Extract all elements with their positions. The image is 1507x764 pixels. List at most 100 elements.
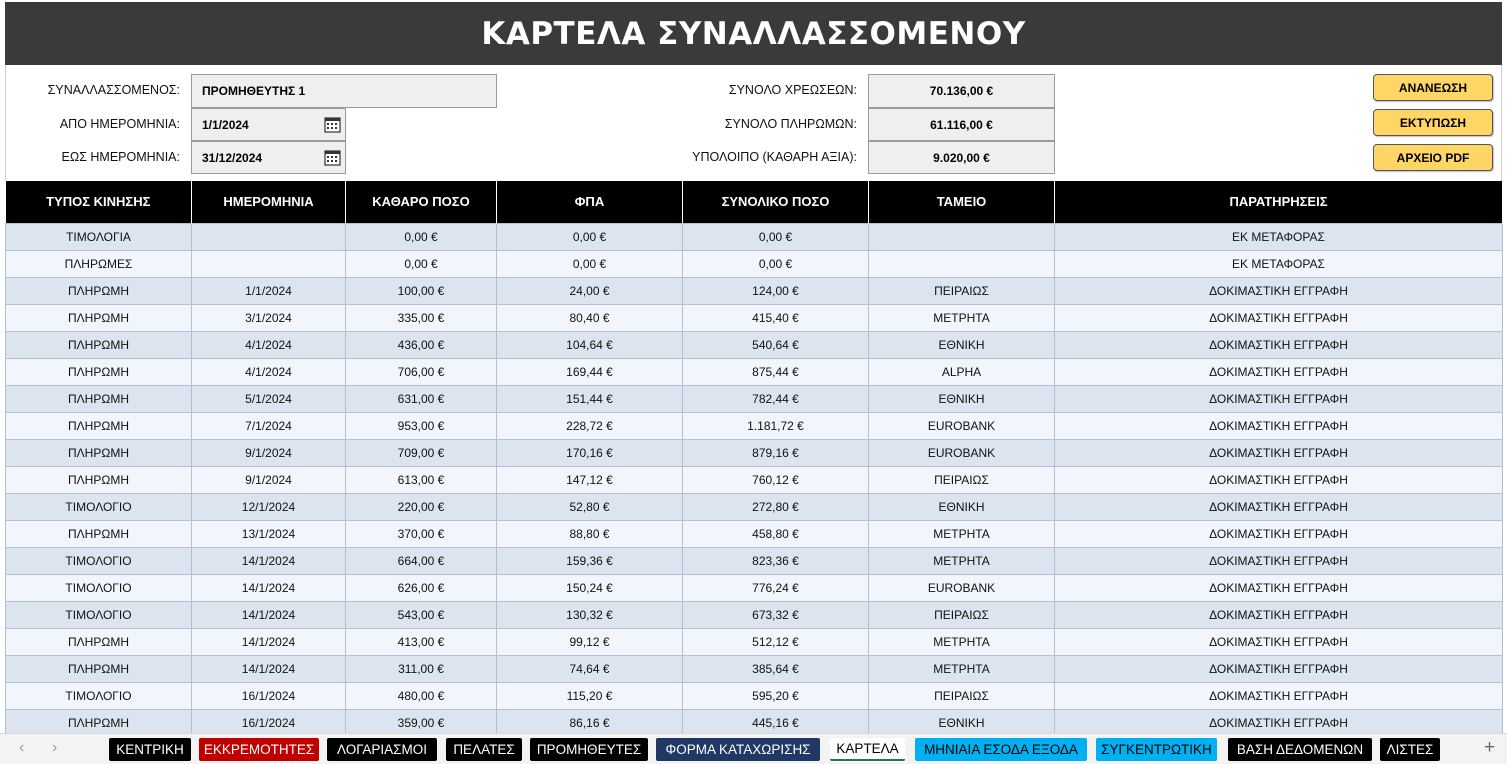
table-cell[interactable]: 875,44 € <box>682 357 869 386</box>
table-cell[interactable]: ΤΙΜΟΛΟΓΙΟ <box>5 681 192 710</box>
table-cell[interactable]: 14/1/2024 <box>191 600 346 629</box>
table-cell[interactable]: 760,12 € <box>682 465 869 494</box>
table-cell[interactable]: ΔΟΚΙΜΑΣΤΙΚΗ ΕΓΓΡΑΦΗ <box>1054 384 1503 413</box>
table-cell[interactable]: ΕΚ ΜΕΤΑΦΟΡΑΣ <box>1054 222 1503 251</box>
table-cell[interactable]: ΤΙΜΟΛΟΓΙΟ <box>5 600 192 629</box>
table-cell[interactable]: ΠΛΗΡΩΜΗ <box>5 438 192 467</box>
party-field[interactable]: ΠΡΟΜΗΘΕΥΤΗΣ 1 <box>191 74 497 108</box>
sheet-tab[interactable]: ΛΟΓΑΡΙΑΣΜΟΙ <box>327 738 437 761</box>
table-cell[interactable]: ΔΟΚΙΜΑΣΤΙΚΗ ΕΓΓΡΑΦΗ <box>1054 600 1503 629</box>
table-cell[interactable]: 776,24 € <box>682 573 869 602</box>
sheet-tab[interactable]: ΣΥΓΚΕΝΤΡΩΤΙΚΗ <box>1096 738 1217 761</box>
table-cell[interactable]: 14/1/2024 <box>191 627 346 656</box>
table-cell[interactable]: ΠΛΗΡΩΜΗ <box>5 519 192 548</box>
table-cell[interactable]: ΕΘΝΙΚΗ <box>868 384 1055 413</box>
pdf-button[interactable]: ΑΡΧΕΙΟ PDF <box>1373 144 1493 171</box>
table-cell[interactable]: 631,00 € <box>345 384 497 413</box>
table-cell[interactable]: ΠΛΗΡΩΜΗ <box>5 384 192 413</box>
table-cell[interactable]: ΜΕΤΡΗΤΑ <box>868 546 1055 575</box>
plus-icon[interactable]: + <box>1484 737 1495 759</box>
sheet-tab[interactable]: ΠΡΟΜΗΘΕΥΤΕΣ <box>530 738 648 761</box>
table-cell[interactable]: EUROBANK <box>868 411 1055 440</box>
table-cell[interactable]: ΠΕΙΡΑΙΩΣ <box>868 276 1055 305</box>
table-cell[interactable]: 782,44 € <box>682 384 869 413</box>
table-cell[interactable]: 169,44 € <box>496 357 683 386</box>
table-cell[interactable]: ΔΟΚΙΜΑΣΤΙΚΗ ΕΓΓΡΑΦΗ <box>1054 519 1503 548</box>
column-header[interactable]: ΤΑΜΕΙΟ <box>868 181 1055 223</box>
table-cell[interactable]: ΠΛΗΡΩΜΕΣ <box>5 249 192 278</box>
table-cell[interactable]: ΔΟΚΙΜΑΣΤΙΚΗ ΕΓΓΡΑΦΗ <box>1054 303 1503 332</box>
column-header[interactable]: ΣΥΝΟΛΙΚΟ ΠΟΣΟ <box>682 181 869 223</box>
table-cell[interactable]: ΠΛΗΡΩΜΗ <box>5 708 192 737</box>
table-cell[interactable]: 595,20 € <box>682 681 869 710</box>
table-cell[interactable]: 1.181,72 € <box>682 411 869 440</box>
table-cell[interactable]: ΠΛΗΡΩΜΗ <box>5 627 192 656</box>
table-cell[interactable]: 170,16 € <box>496 438 683 467</box>
table-cell[interactable]: 150,24 € <box>496 573 683 602</box>
table-cell[interactable]: 24,00 € <box>496 276 683 305</box>
table-cell[interactable]: ΕΚ ΜΕΤΑΦΟΡΑΣ <box>1054 249 1503 278</box>
sheet-tab[interactable]: ΜΗΝΙΑΙΑ ΕΣΟΔΑ ΕΞΟΔΑ <box>915 738 1087 761</box>
table-cell[interactable]: 512,12 € <box>682 627 869 656</box>
table-cell[interactable]: ΔΟΚΙΜΑΣΤΙΚΗ ΕΓΓΡΑΦΗ <box>1054 681 1503 710</box>
table-cell[interactable]: 436,00 € <box>345 330 497 359</box>
table-cell[interactable]: ΔΟΚΙΜΑΣΤΙΚΗ ΕΓΓΡΑΦΗ <box>1054 546 1503 575</box>
table-cell[interactable]: 4/1/2024 <box>191 357 346 386</box>
column-header[interactable]: ΤΥΠΟΣ ΚΙΝΗΣΗΣ <box>5 181 192 223</box>
column-header[interactable]: ΠΑΡΑΤΗΡΗΣΕΙΣ <box>1054 181 1503 223</box>
table-cell[interactable]: ΠΛΗΡΩΜΗ <box>5 411 192 440</box>
table-cell[interactable]: 80,40 € <box>496 303 683 332</box>
table-cell[interactable]: 0,00 € <box>682 249 869 278</box>
table-cell[interactable]: ΜΕΤΡΗΤΑ <box>868 627 1055 656</box>
table-cell[interactable]: 0,00 € <box>496 249 683 278</box>
table-cell[interactable]: 4/1/2024 <box>191 330 346 359</box>
table-cell[interactable]: 159,36 € <box>496 546 683 575</box>
table-cell[interactable]: ΤΙΜΟΛΟΓΙΟ <box>5 546 192 575</box>
table-cell[interactable]: 100,00 € <box>345 276 497 305</box>
table-cell[interactable]: ΜΕΤΡΗΤΑ <box>868 303 1055 332</box>
table-cell[interactable]: 1/1/2024 <box>191 276 346 305</box>
table-cell[interactable]: 613,00 € <box>345 465 497 494</box>
table-cell[interactable]: 311,00 € <box>345 654 497 683</box>
column-header[interactable]: ΦΠΑ <box>496 181 683 223</box>
table-cell[interactable]: 9/1/2024 <box>191 465 346 494</box>
table-cell[interactable]: 99,12 € <box>496 627 683 656</box>
table-cell[interactable]: ΤΙΜΟΛΟΓΙΑ <box>5 222 192 251</box>
table-cell[interactable]: 88,80 € <box>496 519 683 548</box>
table-cell[interactable]: 151,44 € <box>496 384 683 413</box>
table-cell[interactable]: ΠΛΗΡΩΜΗ <box>5 357 192 386</box>
table-cell[interactable]: ΔΟΚΙΜΑΣΤΙΚΗ ΕΓΓΡΑΦΗ <box>1054 654 1503 683</box>
table-cell[interactable]: ΔΟΚΙΜΑΣΤΙΚΗ ΕΓΓΡΑΦΗ <box>1054 357 1503 386</box>
table-cell[interactable]: 74,64 € <box>496 654 683 683</box>
table-cell[interactable]: 7/1/2024 <box>191 411 346 440</box>
sheet-tab[interactable]: ΚΑΡΤΕΛΑ <box>830 738 905 761</box>
table-cell[interactable]: 879,16 € <box>682 438 869 467</box>
sheet-tab[interactable]: ΦΟΡΜΑ ΚΑΤΑΧΩΡΙΣΗΣ <box>656 738 820 761</box>
table-cell[interactable]: ΔΟΚΙΜΑΣΤΙΚΗ ΕΓΓΡΑΦΗ <box>1054 492 1503 521</box>
table-cell[interactable]: 13/1/2024 <box>191 519 346 548</box>
table-cell[interactable]: 823,36 € <box>682 546 869 575</box>
table-cell[interactable]: ΕΘΝΙΚΗ <box>868 492 1055 521</box>
table-cell[interactable]: ΔΟΚΙΜΑΣΤΙΚΗ ΕΓΓΡΑΦΗ <box>1054 465 1503 494</box>
table-cell[interactable] <box>191 249 346 278</box>
table-cell[interactable]: ΔΟΚΙΜΑΣΤΙΚΗ ΕΓΓΡΑΦΗ <box>1054 627 1503 656</box>
table-cell[interactable]: 385,64 € <box>682 654 869 683</box>
table-cell[interactable]: ΔΟΚΙΜΑΣΤΙΚΗ ΕΓΓΡΑΦΗ <box>1054 411 1503 440</box>
table-cell[interactable]: 0,00 € <box>345 249 497 278</box>
table-cell[interactable]: ΤΙΜΟΛΟΓΙΟ <box>5 492 192 521</box>
table-cell[interactable] <box>868 249 1055 278</box>
refresh-button[interactable]: ΑΝΑΝΕΩΣΗ <box>1373 74 1493 101</box>
calendar-icon[interactable] <box>324 149 341 166</box>
table-cell[interactable]: ΤΙΜΟΛΟΓΙΟ <box>5 573 192 602</box>
table-cell[interactable]: 953,00 € <box>345 411 497 440</box>
table-cell[interactable]: 673,32 € <box>682 600 869 629</box>
chevron-left-icon[interactable]: ‹ <box>19 739 24 757</box>
table-cell[interactable]: 480,00 € <box>345 681 497 710</box>
table-cell[interactable]: ΠΛΗΡΩΜΗ <box>5 330 192 359</box>
table-cell[interactable]: 543,00 € <box>345 600 497 629</box>
from-date-field[interactable]: 1/1/2024 <box>191 108 346 141</box>
table-cell[interactable]: 664,00 € <box>345 546 497 575</box>
table-cell[interactable]: ΜΕΤΡΗΤΑ <box>868 519 1055 548</box>
column-header[interactable]: ΗΜΕΡΟΜΗΝΙΑ <box>191 181 346 223</box>
table-cell[interactable]: 86,16 € <box>496 708 683 737</box>
